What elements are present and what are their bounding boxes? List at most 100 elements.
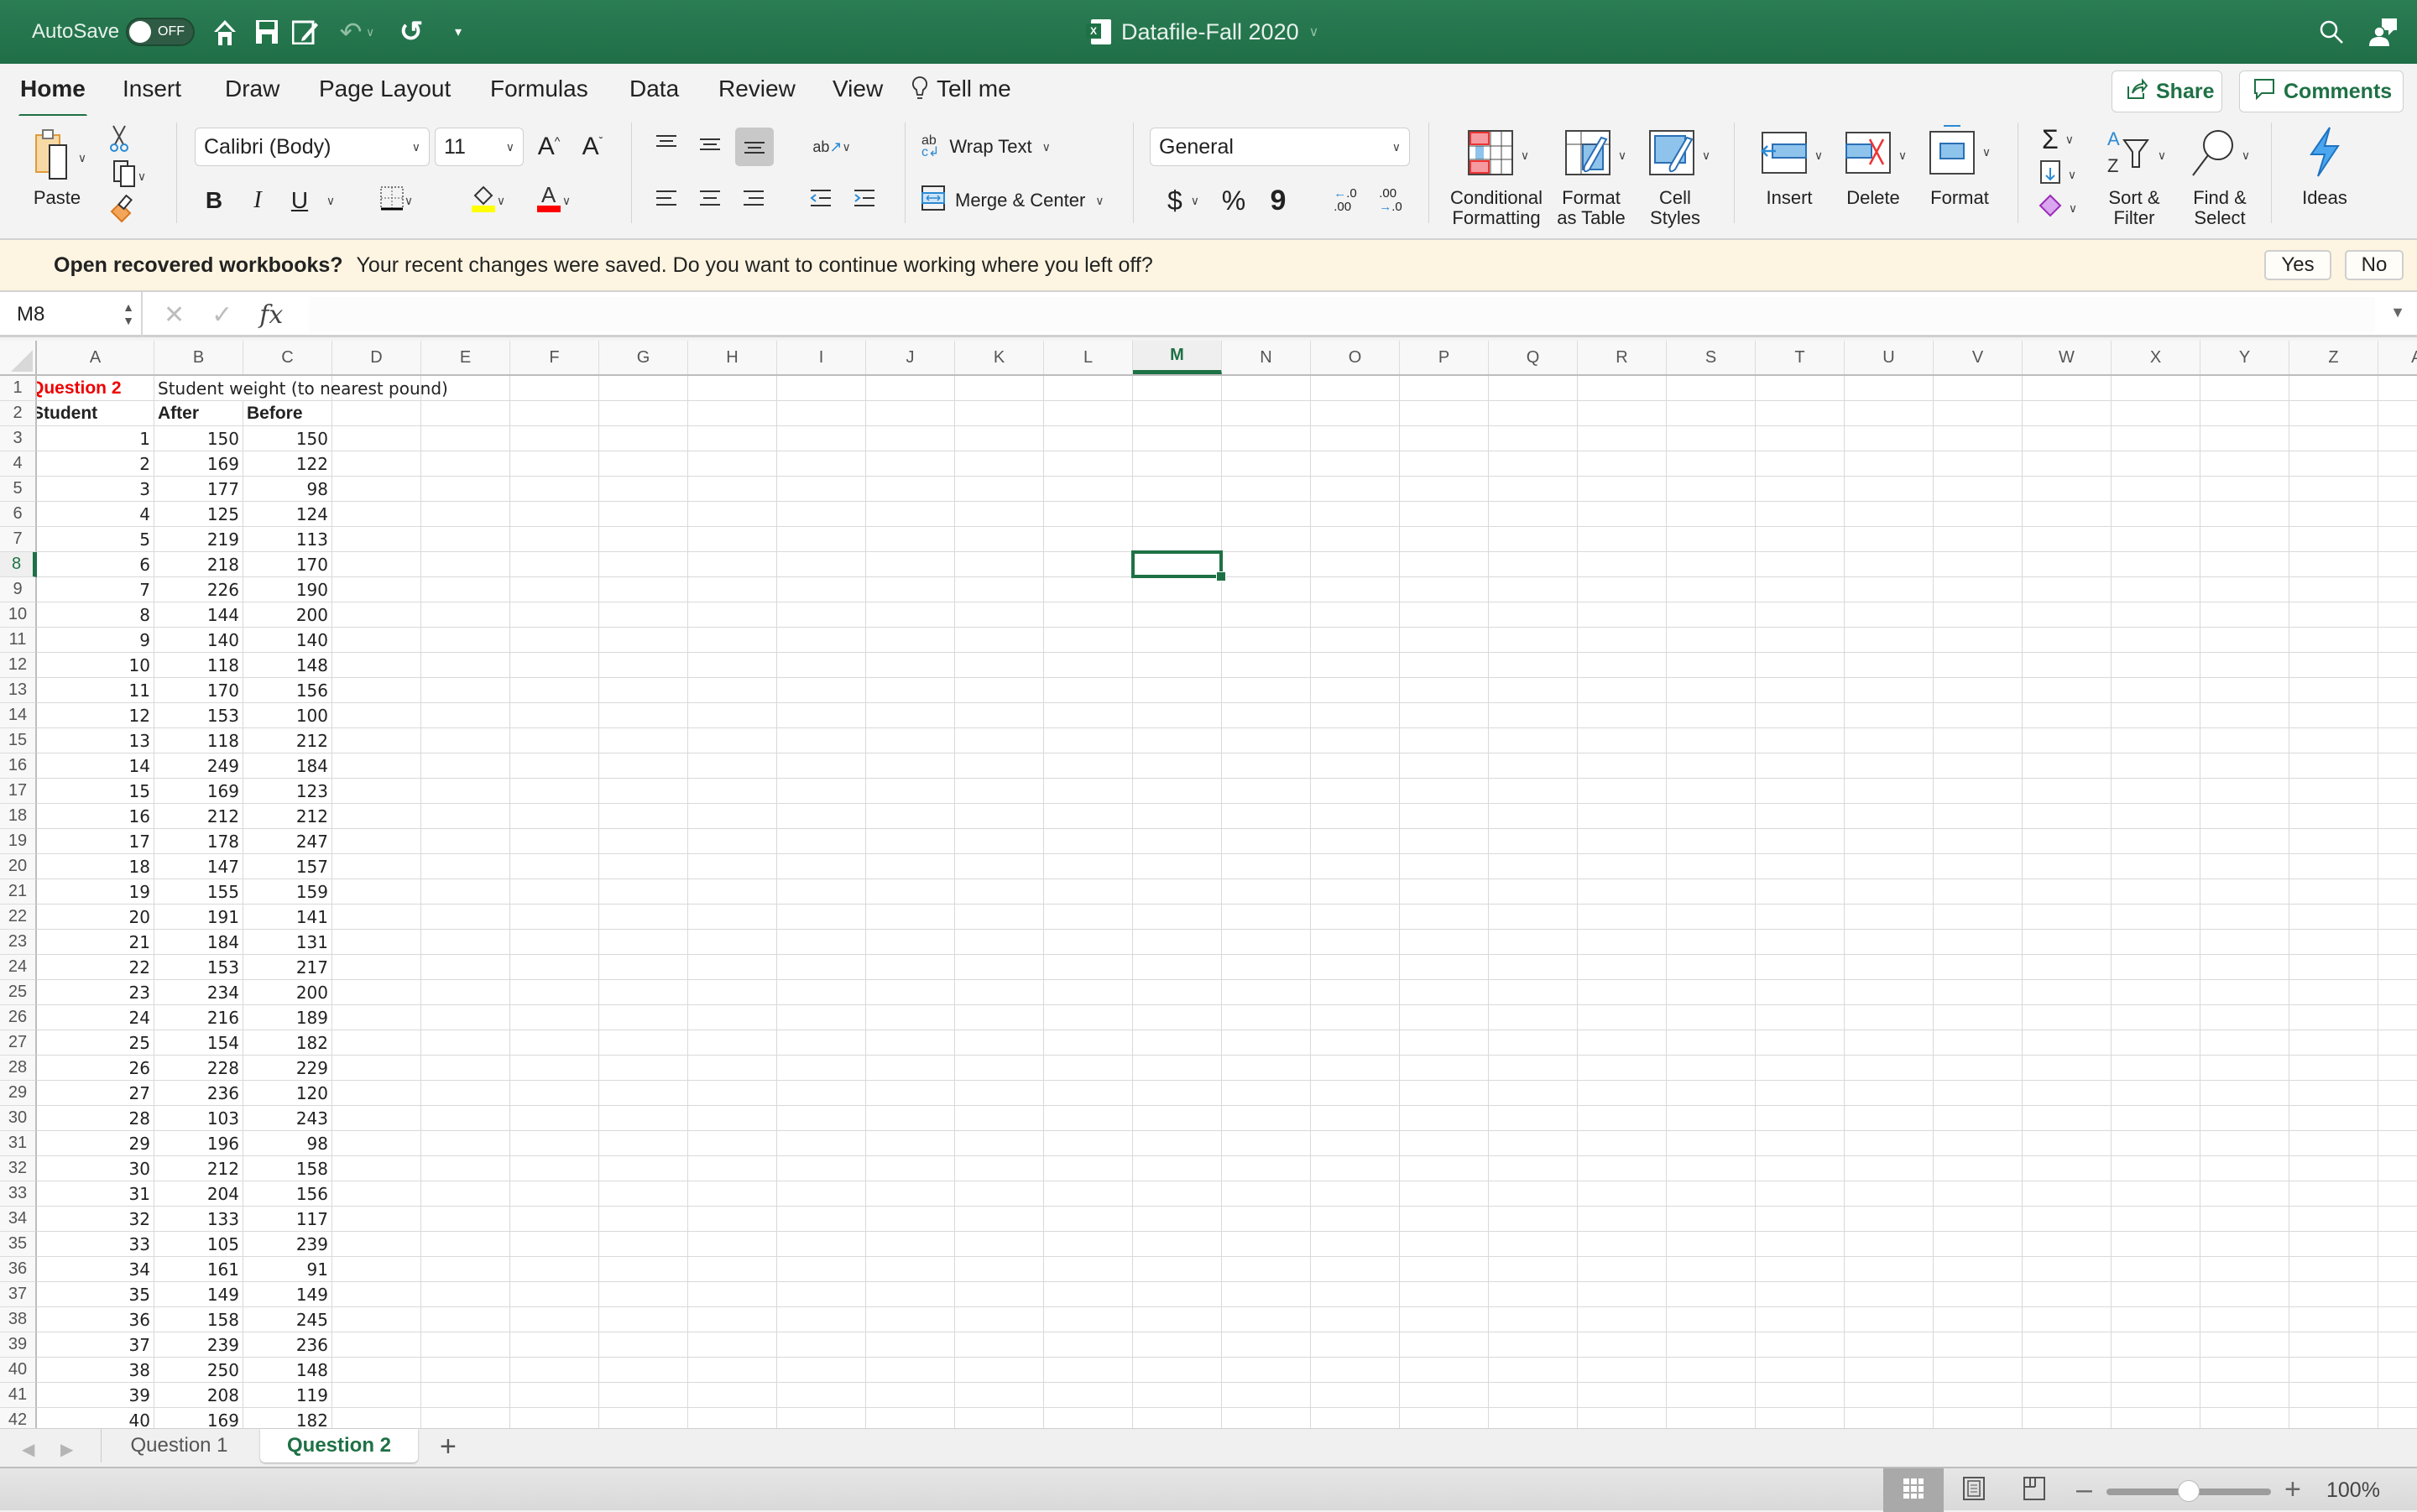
cell-h13[interactable] (688, 678, 777, 703)
cell-a27[interactable]: 25 (37, 1030, 154, 1056)
cell-k7[interactable] (955, 527, 1044, 552)
cell-f25[interactable] (510, 980, 599, 1005)
cell-d42[interactable] (332, 1408, 421, 1428)
cell-a8[interactable]: 6 (37, 552, 154, 577)
yes-button[interactable]: Yes (2264, 250, 2331, 280)
tab-insert[interactable]: Insert (121, 76, 183, 102)
cell-c40[interactable]: 148 (243, 1358, 332, 1383)
cell-x38[interactable] (2112, 1307, 2200, 1332)
selected-cell-outline[interactable] (1131, 550, 1226, 581)
cell-b19[interactable]: 178 (154, 829, 243, 854)
cell-y33[interactable] (2200, 1181, 2289, 1207)
cell-d41[interactable] (332, 1383, 421, 1408)
cell-aa26[interactable] (2378, 1005, 2417, 1030)
cell-aa16[interactable] (2378, 753, 2417, 779)
cell-g4[interactable] (599, 451, 688, 477)
cell-aa35[interactable] (2378, 1232, 2417, 1257)
cell-j39[interactable] (866, 1332, 955, 1358)
cell-a40[interactable]: 38 (37, 1358, 154, 1383)
cell-k22[interactable] (955, 905, 1044, 930)
cell-g1[interactable] (599, 376, 688, 401)
cell-aa31[interactable] (2378, 1131, 2417, 1156)
cell-w31[interactable] (2023, 1131, 2112, 1156)
cell-q19[interactable] (1489, 829, 1578, 854)
column-header-e[interactable]: E (421, 341, 510, 374)
cell-d33[interactable] (332, 1181, 421, 1207)
cell-g7[interactable] (599, 527, 688, 552)
cell-r30[interactable] (1578, 1106, 1667, 1131)
cell-aa24[interactable] (2378, 955, 2417, 980)
cell-v42[interactable] (1934, 1408, 2023, 1428)
cell-h28[interactable] (688, 1056, 777, 1081)
comments-button[interactable]: Comments (2239, 70, 2404, 112)
cell-aa17[interactable] (2378, 779, 2417, 804)
cell-i4[interactable] (777, 451, 866, 477)
cell-q8[interactable] (1489, 552, 1578, 577)
cell-aa11[interactable] (2378, 628, 2417, 653)
cell-w28[interactable] (2023, 1056, 2112, 1081)
cell-v34[interactable] (1934, 1207, 2023, 1232)
cell-m37[interactable] (1133, 1282, 1222, 1307)
cell-v32[interactable] (1934, 1156, 2023, 1181)
row-header[interactable]: 25 (0, 980, 37, 1005)
cell-h39[interactable] (688, 1332, 777, 1358)
cell-u26[interactable] (1845, 1005, 1934, 1030)
cell-e20[interactable] (421, 854, 510, 879)
cell-s10[interactable] (1667, 602, 1756, 628)
cell-u13[interactable] (1845, 678, 1934, 703)
tab-view[interactable]: View (831, 76, 885, 102)
cell-h19[interactable] (688, 829, 777, 854)
cell-s8[interactable] (1667, 552, 1756, 577)
cell-z30[interactable] (2289, 1106, 2378, 1131)
cell-k19[interactable] (955, 829, 1044, 854)
cell-m18[interactable] (1133, 804, 1222, 829)
cell-f5[interactable] (510, 477, 599, 502)
cell-i3[interactable] (777, 426, 866, 451)
copy-button[interactable]: ∨ (104, 159, 154, 193)
cell-h15[interactable] (688, 728, 777, 753)
column-header-w[interactable]: W (2023, 341, 2112, 374)
cell-d6[interactable] (332, 502, 421, 527)
cell-l35[interactable] (1044, 1232, 1133, 1257)
cell-o24[interactable] (1311, 955, 1400, 980)
cell-k21[interactable] (955, 879, 1044, 905)
name-box-stepper-icon[interactable]: ▲ ▼ (123, 300, 134, 327)
cell-j8[interactable] (866, 552, 955, 577)
cell-q2[interactable] (1489, 401, 1578, 426)
cell-i39[interactable] (777, 1332, 866, 1358)
cell-j5[interactable] (866, 477, 955, 502)
cell-l13[interactable] (1044, 678, 1133, 703)
cell-b32[interactable]: 212 (154, 1156, 243, 1181)
cell-o23[interactable] (1311, 930, 1400, 955)
cell-a41[interactable]: 39 (37, 1383, 154, 1408)
cell-b22[interactable]: 191 (154, 905, 243, 930)
cell-g28[interactable] (599, 1056, 688, 1081)
cell-x7[interactable] (2112, 527, 2200, 552)
cell-f37[interactable] (510, 1282, 599, 1307)
cell-w3[interactable] (2023, 426, 2112, 451)
cell-i25[interactable] (777, 980, 866, 1005)
cell-r31[interactable] (1578, 1131, 1667, 1156)
cell-a39[interactable]: 37 (37, 1332, 154, 1358)
cell-x26[interactable] (2112, 1005, 2200, 1030)
cell-b28[interactable]: 228 (154, 1056, 243, 1081)
cell-y29[interactable] (2200, 1081, 2289, 1106)
cell-b1[interactable]: Student weight (to nearest pound) (154, 376, 448, 401)
cell-x25[interactable] (2112, 980, 2200, 1005)
cell-m24[interactable] (1133, 955, 1222, 980)
cell-a29[interactable]: 27 (37, 1081, 154, 1106)
cell-a21[interactable]: 19 (37, 879, 154, 905)
cell-q25[interactable] (1489, 980, 1578, 1005)
cell-i23[interactable] (777, 930, 866, 955)
cell-n23[interactable] (1222, 930, 1311, 955)
cell-v12[interactable] (1934, 653, 2023, 678)
cell-u18[interactable] (1845, 804, 1934, 829)
cell-f10[interactable] (510, 602, 599, 628)
row-header[interactable]: 6 (0, 502, 37, 527)
cell-l30[interactable] (1044, 1106, 1133, 1131)
cell-b14[interactable]: 153 (154, 703, 243, 728)
cell-e41[interactable] (421, 1383, 510, 1408)
column-header-r[interactable]: R (1578, 341, 1667, 374)
sheet-tab-question-2[interactable]: Question 2 (260, 1429, 418, 1462)
cell-m40[interactable] (1133, 1358, 1222, 1383)
